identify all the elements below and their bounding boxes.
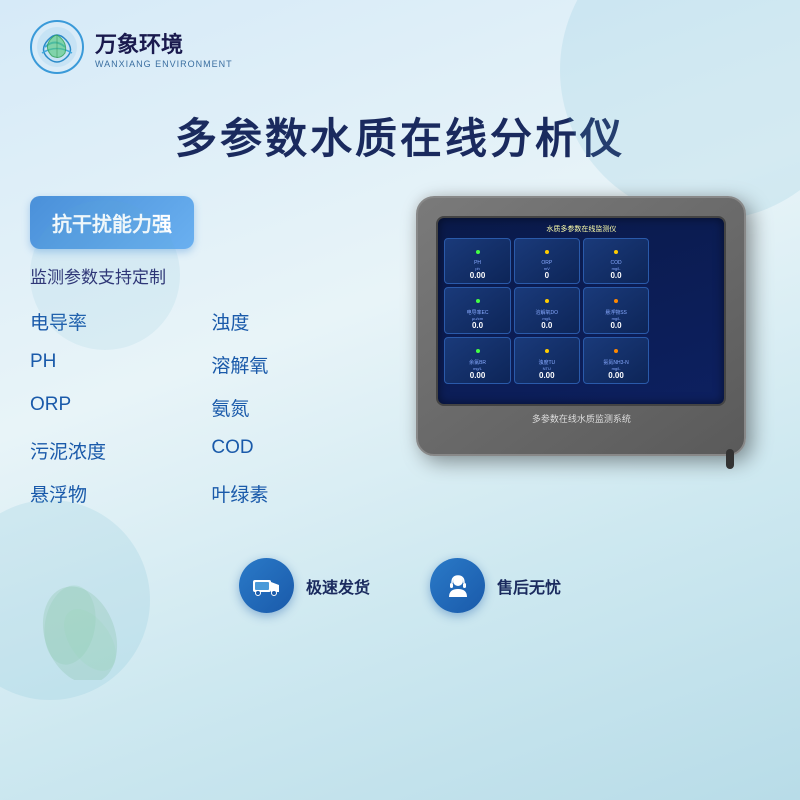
screen-title: 水质多参数在线监测仪 [444, 224, 718, 234]
feature-item: 溶解氧 [211, 345, 372, 384]
logo-main-text: 万象环境 [95, 27, 233, 59]
feature-item: 浊度 [211, 302, 372, 341]
feature-item: ORP [30, 388, 191, 427]
logo-icon [30, 20, 85, 75]
screen-cell-empty2 [652, 287, 718, 334]
dot-nh3 [614, 349, 618, 353]
dot-ph [476, 250, 480, 254]
service-text: 售后无忧 [497, 574, 561, 598]
screen-cell-ec: 电导率EC μu/cm 0.0 [444, 287, 510, 334]
person-icon [443, 571, 473, 601]
bottom-item-service: 售后无忧 [430, 558, 561, 613]
shipping-text: 极速发货 [306, 574, 370, 598]
device-label: 多参数在线水质监测系统 [436, 412, 726, 425]
dot-do [545, 299, 549, 303]
feature-item: 氨氮 [211, 388, 372, 427]
device-cable [726, 449, 734, 469]
shipping-icon-wrap [239, 558, 294, 613]
dot-ec [476, 299, 480, 303]
dot-orp [545, 250, 549, 254]
leaf-decoration [20, 560, 140, 680]
screen-grid: PH ph 0.00 ORP mV 0 COD mg/L 0.0 [444, 238, 718, 384]
dot-cod [614, 250, 618, 254]
screen-cell-empty1 [652, 238, 718, 284]
screen-cell-ph: PH ph 0.00 [444, 238, 510, 284]
logo-sub-text: WANXIANG ENVIRONMENT [95, 59, 233, 69]
screen-cell-do: 溶解氧DO mg/L 0.0 [514, 287, 580, 334]
screen-cell-empty3 [652, 337, 718, 384]
service-icon-wrap [430, 558, 485, 613]
device-screen: 水质多参数在线监测仪 PH ph 0.00 ORP mV 0 [436, 216, 726, 406]
bottom-item-shipping: 极速发货 [239, 558, 370, 613]
feature-item: PH [30, 345, 191, 384]
screen-cell-cl: 余氯BR mg/L 0.00 [444, 337, 510, 384]
screen-cell-ss: 悬浮物SS mg/L 0.0 [583, 287, 649, 334]
feature-item: COD [211, 431, 372, 470]
logo-text: 万象环境 WANXIANG ENVIRONMENT [95, 27, 233, 69]
screen-cell-orp: ORP mV 0 [514, 238, 580, 284]
feature-item: 污泥浓度 [30, 431, 191, 470]
screen-cell-cod: COD mg/L 0.0 [583, 238, 649, 284]
screen-cell-turb: 浊度TU NTU 0.00 [514, 337, 580, 384]
feature-item: 叶绿素 [211, 474, 372, 513]
truck-icon [251, 571, 281, 601]
right-panel: 水质多参数在线监测仪 PH ph 0.00 ORP mV 0 [393, 196, 770, 456]
dot-turb [545, 349, 549, 353]
bg-decor-3 [30, 200, 180, 350]
screen-cell-nh3: 氨氮NH3-N mg/L 0.00 [583, 337, 649, 384]
dot-ss [614, 299, 618, 303]
dot-cl [476, 349, 480, 353]
device-box: 水质多参数在线监测仪 PH ph 0.00 ORP mV 0 [416, 196, 746, 456]
